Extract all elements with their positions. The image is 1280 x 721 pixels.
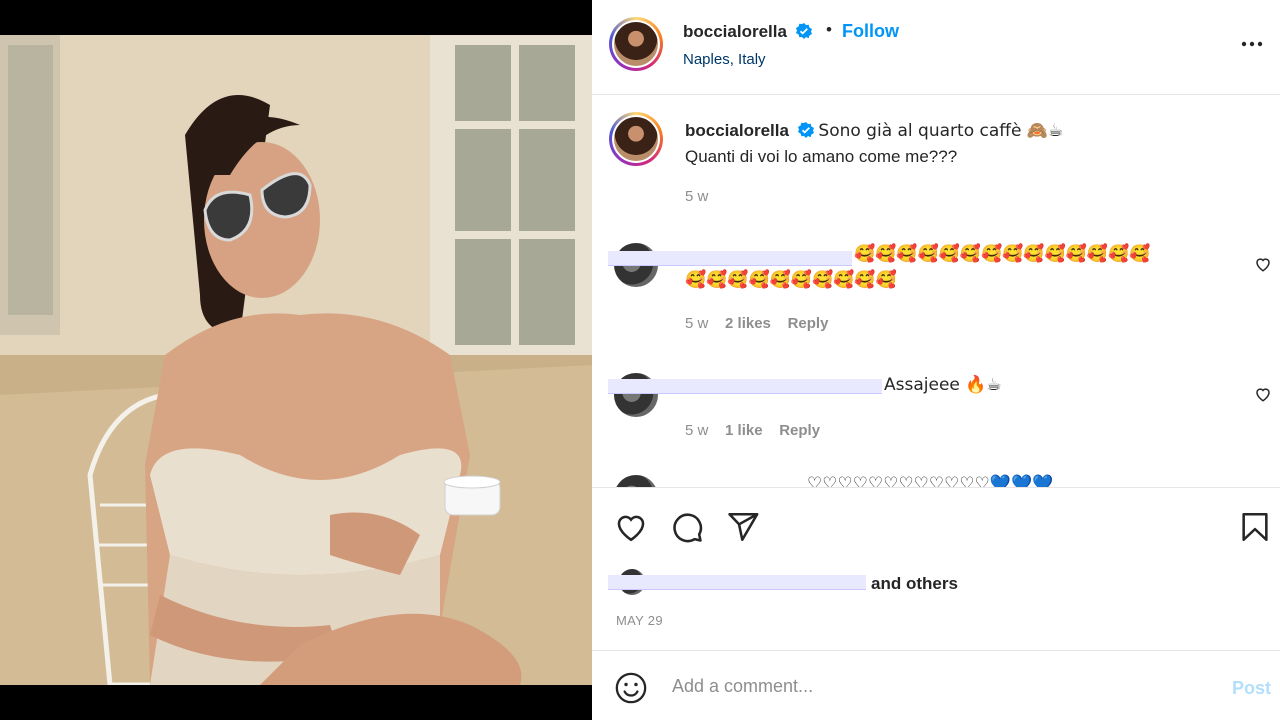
post-photo[interactable]	[0, 35, 592, 685]
redacted-username	[608, 379, 882, 394]
share-icon[interactable]	[726, 510, 760, 544]
comment-time: 5 w	[685, 422, 709, 439]
comment-input[interactable]	[670, 671, 1194, 701]
comment-avatar[interactable]	[614, 475, 658, 487]
separator-dot: •	[826, 20, 832, 39]
comment-item-cont: 🥰🥰🥰🥰🥰🥰🥰🥰🥰🥰 5 w 2 likes Reply	[685, 267, 1225, 332]
comment-text: Assajeee 🔥☕	[884, 375, 1002, 395]
caption-avatar[interactable]	[609, 112, 663, 166]
caption-time: 5 w	[685, 188, 709, 205]
comment-like-heart-icon[interactable]	[1254, 385, 1272, 403]
comment-likes[interactable]: 2 likes	[725, 315, 771, 332]
caption-text-line1: Sono già al quarto caffè 🙈☕	[818, 121, 1064, 141]
caption: boccialorella Sono già al quarto caffè 🙈…	[685, 118, 1245, 205]
likes-others[interactable]: and others	[871, 574, 958, 594]
bookmark-icon[interactable]	[1238, 510, 1272, 544]
post-media-panel	[0, 0, 592, 720]
comment-text: ♡♡♡♡♡♡♡♡♡♡♡♡💙💙💙	[807, 474, 1054, 487]
post-location[interactable]: Naples, Italy	[683, 51, 766, 68]
verified-badge-icon	[797, 122, 814, 138]
redacted-username	[608, 251, 852, 266]
comment-item: Assajeee 🔥☕	[884, 372, 1224, 398]
comment-meta: 5 w 1 like Reply	[685, 422, 820, 439]
follow-button[interactable]: Follow	[842, 21, 899, 42]
comment-item: ♡♡♡♡♡♡♡♡♡♡♡♡💙💙💙	[807, 471, 1227, 487]
comment-item: 🥰🥰🥰🥰🥰🥰🥰🥰🥰🥰🥰🥰🥰🥰	[854, 241, 1234, 267]
reply-button[interactable]: Reply	[779, 422, 820, 439]
author-avatar[interactable]	[609, 17, 663, 71]
post-actions: and others MAY 29	[592, 487, 1280, 650]
comment-text: 🥰🥰🥰🥰🥰🥰🥰🥰🥰🥰🥰🥰🥰🥰	[854, 244, 1151, 264]
add-comment-bar: Post	[592, 650, 1280, 721]
comment-likes[interactable]: 1 like	[725, 422, 763, 439]
comments-list[interactable]: boccialorella Sono già al quarto caffè 🙈…	[592, 95, 1280, 487]
post-header: boccialorella • Follow Naples, Italy	[592, 0, 1280, 95]
comment-icon[interactable]	[670, 510, 704, 544]
post-date[interactable]: MAY 29	[616, 613, 663, 628]
verified-badge-icon	[795, 23, 812, 39]
caption-text-line2: Quanti di voi lo amano come me???	[685, 147, 958, 166]
comment-like-heart-icon[interactable]	[1254, 255, 1272, 273]
post-side-panel: boccialorella • Follow Naples, Italy boc…	[592, 0, 1280, 720]
comment-text-cont: 🥰🥰🥰🥰🥰🥰🥰🥰🥰🥰	[685, 270, 897, 290]
author-username[interactable]: boccialorella	[683, 22, 812, 42]
post-comment-button[interactable]: Post	[1232, 678, 1271, 699]
emoji-icon[interactable]	[614, 671, 648, 705]
photo-illustration	[0, 35, 592, 685]
caption-username[interactable]: boccialorella	[685, 121, 818, 140]
comment-meta: 5 w 2 likes Reply	[685, 315, 1225, 332]
redacted-liker	[608, 575, 866, 590]
heart-icon[interactable]	[614, 510, 648, 544]
comment-time: 5 w	[685, 315, 709, 332]
more-options-icon[interactable]	[1240, 30, 1264, 54]
reply-button[interactable]: Reply	[788, 315, 829, 332]
